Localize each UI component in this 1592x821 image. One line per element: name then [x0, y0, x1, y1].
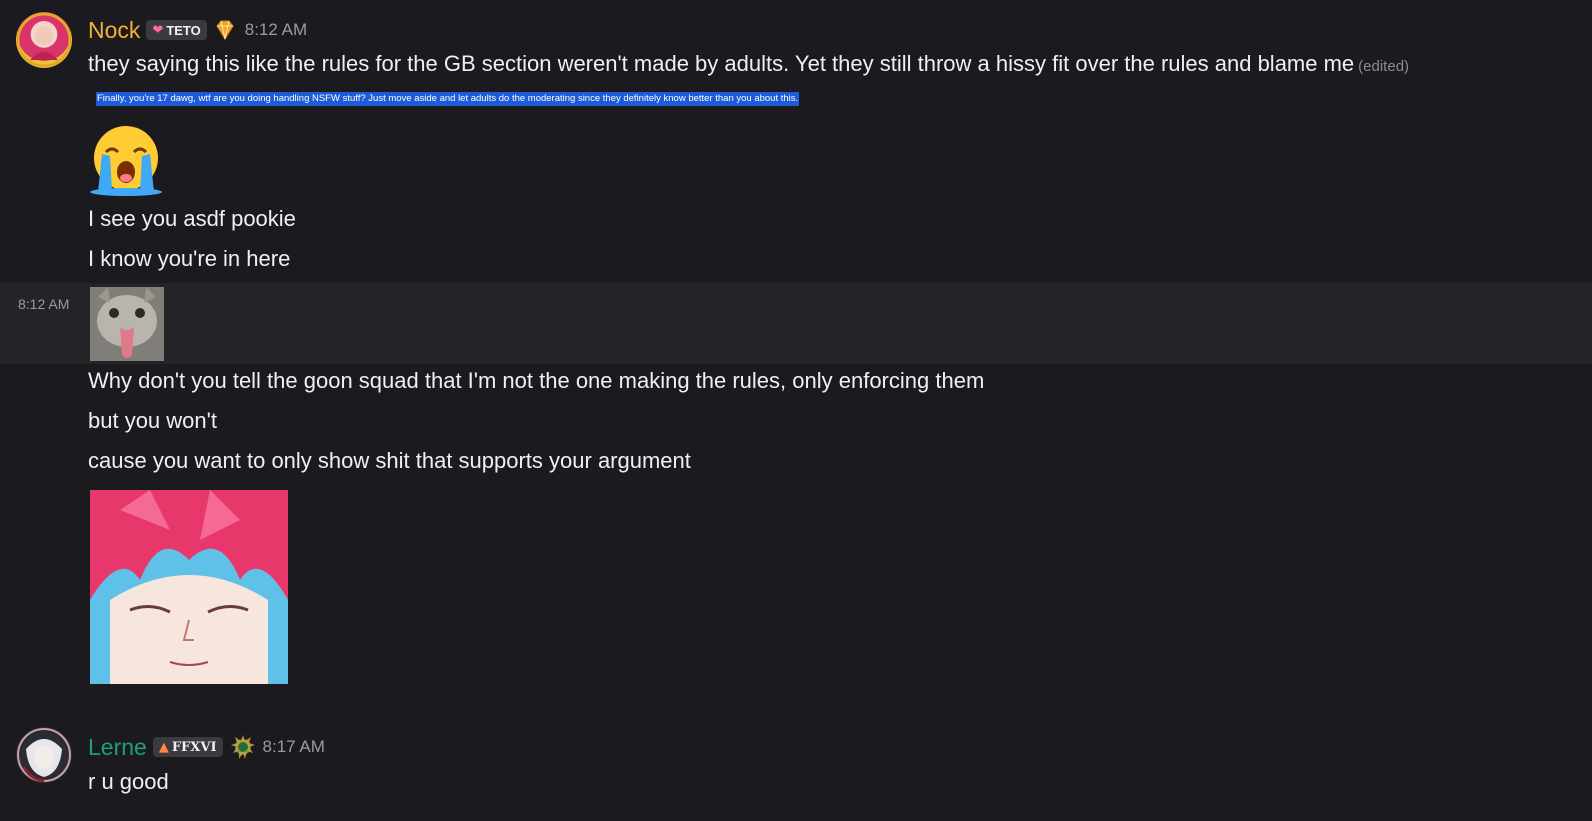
- role-tag[interactable]: ▲ FFXVI: [152, 737, 223, 757]
- author-name[interactable]: Lerne: [88, 733, 147, 761]
- message-line: Why don't you tell the goon squad that I…: [88, 368, 985, 393]
- message-header-lerne: Lerne ▲ FFXVI 8:17 AM: [88, 733, 325, 761]
- heart-icon: ❤: [152, 22, 164, 37]
- avatar-lerne[interactable]: [16, 727, 72, 783]
- message-text: they saying this like the rules for the …: [88, 50, 1409, 81]
- role-tag-label: FFXVI: [171, 739, 217, 755]
- anime-face-image[interactable]: [90, 490, 288, 684]
- quoted-screenshot-text[interactable]: Finally, you're 17 dawg, wtf are you doi…: [96, 92, 800, 106]
- message-line: but you won't: [88, 408, 217, 433]
- edited-label: (edited): [1358, 58, 1410, 75]
- avatar-nock-art: [16, 12, 72, 68]
- diamond-icon[interactable]: [213, 18, 237, 42]
- message-row-hovered[interactable]: [0, 283, 1592, 364]
- hover-timestamp[interactable]: 8:12 AM: [18, 296, 69, 312]
- avatar-nock[interactable]: [16, 12, 72, 68]
- green-emblem-icon[interactable]: [229, 733, 257, 761]
- loudly-crying-face-icon[interactable]: [88, 122, 164, 198]
- flame-icon: ▲: [158, 739, 169, 755]
- message-line: cause you want to only show shit that su…: [88, 448, 691, 473]
- timestamp[interactable]: 8:17 AM: [263, 737, 325, 757]
- avatar-lerne-art: [17, 728, 71, 783]
- cat-tongue-image[interactable]: [90, 287, 164, 361]
- role-tag[interactable]: ❤ TETO: [146, 20, 207, 40]
- timestamp[interactable]: 8:12 AM: [245, 20, 307, 40]
- message-line: they saying this like the rules for the …: [88, 51, 1355, 76]
- message-line: I see you asdf pookie: [88, 206, 296, 231]
- author-name[interactable]: Nock: [88, 16, 140, 44]
- role-tag-label: TETO: [166, 22, 201, 38]
- message-line: I know you're in here: [88, 246, 291, 271]
- message-line: r u good: [88, 769, 169, 794]
- message-header-nock: Nock ❤ TETO 8:12 AM: [88, 16, 307, 44]
